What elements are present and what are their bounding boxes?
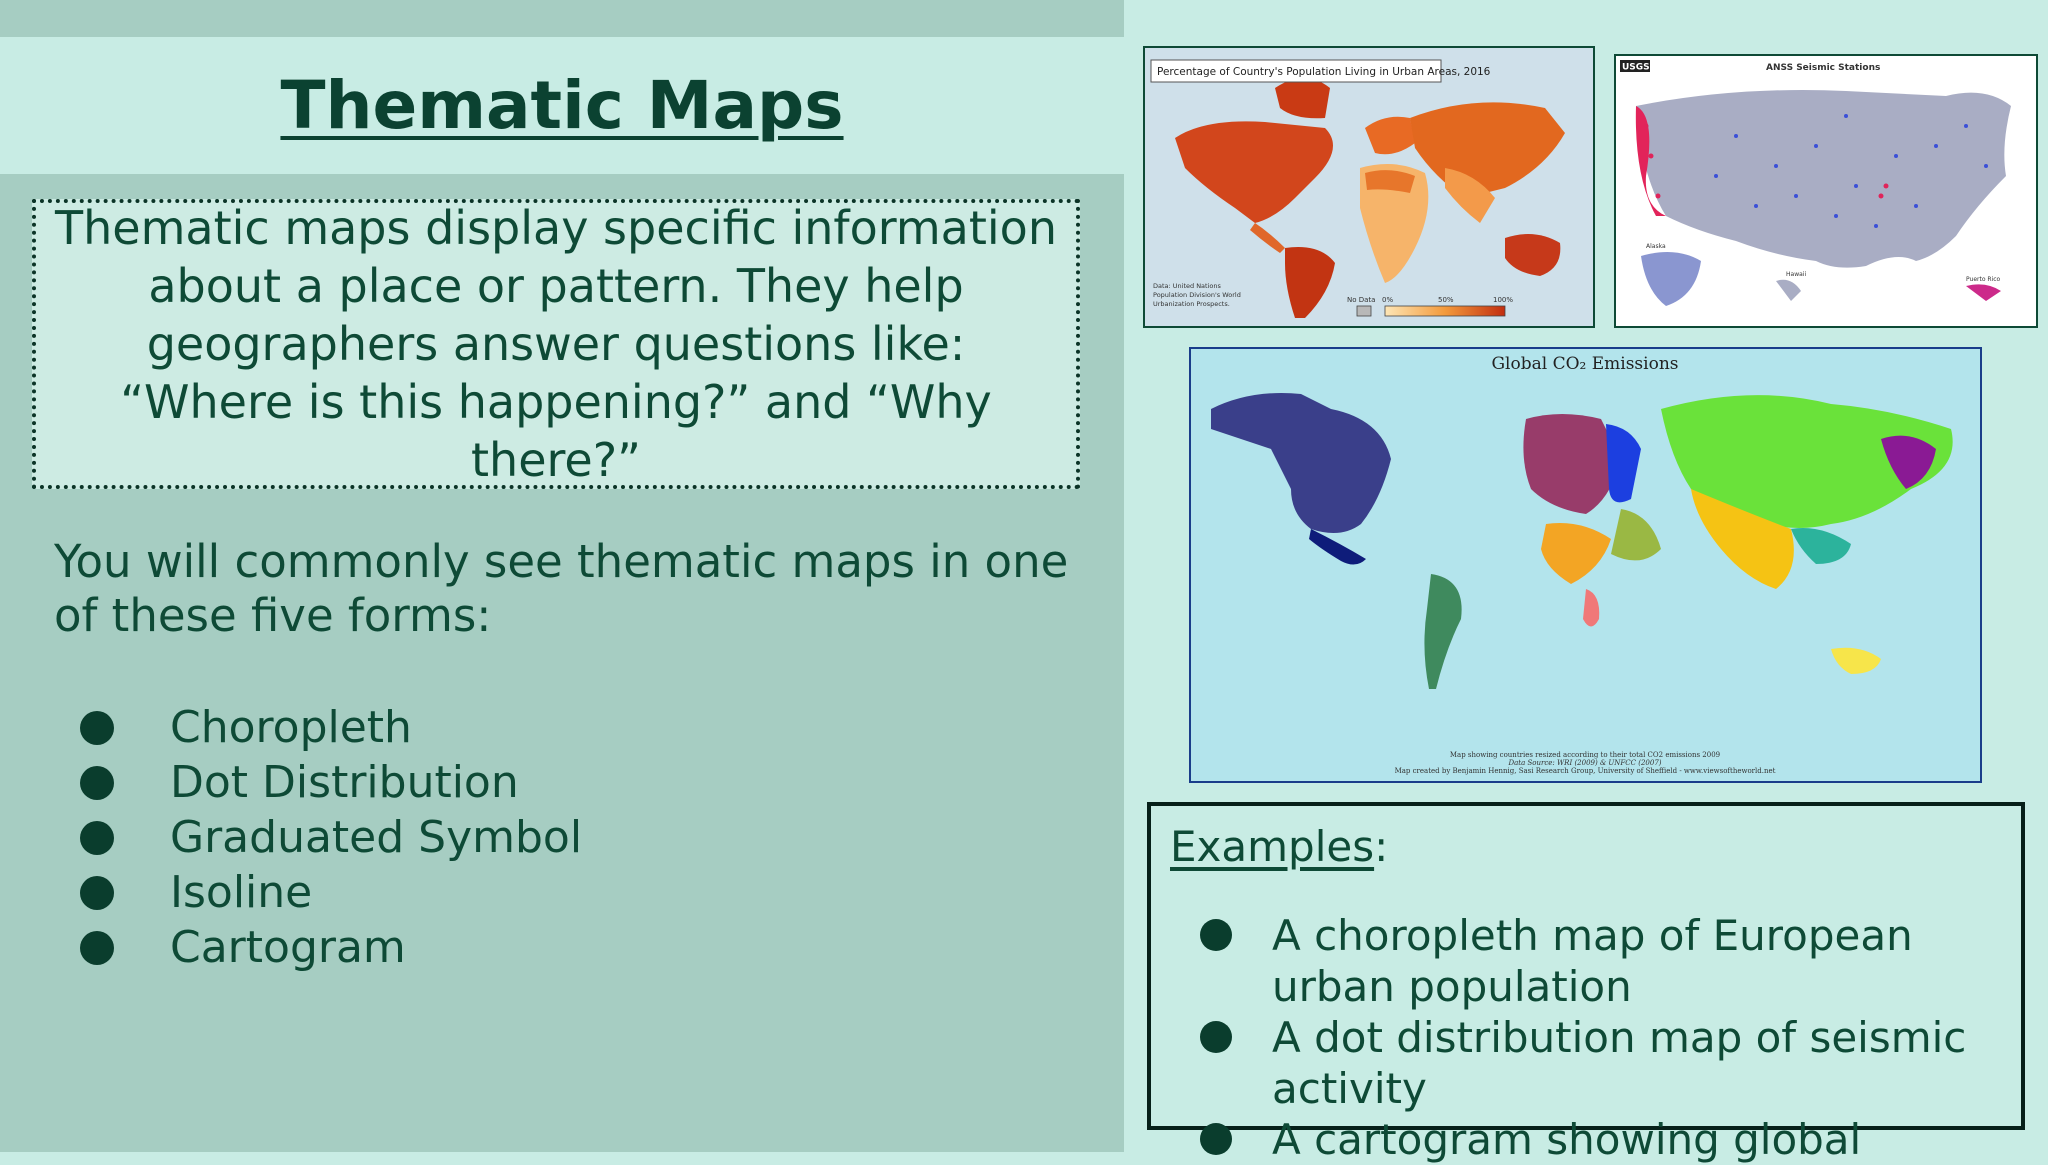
bullet-icon bbox=[80, 930, 114, 965]
legend-no-data-swatch bbox=[1356, 305, 1372, 317]
bullet-icon bbox=[1200, 919, 1232, 951]
seismic-map-graphic: USGS ANSS Seismic Stations Alaska Hawaii… bbox=[1616, 56, 2036, 326]
list-item: A dot distribution map of seismic activi… bbox=[1200, 1012, 1972, 1114]
example-text: A dot distribution map of seismic activi… bbox=[1272, 1013, 1967, 1113]
form-label: Choropleth bbox=[170, 702, 412, 753]
list-item: Cartogram bbox=[80, 920, 582, 975]
examples-heading-label: Examples bbox=[1170, 822, 1375, 871]
example-text: A choropleth map of European urban popul… bbox=[1272, 911, 1913, 1011]
examples-list: A choropleth map of European urban popul… bbox=[1200, 910, 1972, 1165]
co2-cartogram: Global CO₂ Emissions Map showing countri… bbox=[1189, 347, 1982, 783]
seismic-label-puerto-rico: Puerto Rico bbox=[1966, 276, 2001, 283]
co2-map-title: Global CO₂ Emissions bbox=[1491, 354, 1678, 374]
seismic-label-alaska: Alaska bbox=[1646, 243, 1666, 250]
urban-map-source-2: Population Division's World bbox=[1153, 291, 1241, 299]
urban-map-source-1: Data: United Nations bbox=[1153, 282, 1221, 290]
co2-map-graphic: Global CO₂ Emissions Map showing countri… bbox=[1191, 349, 1980, 781]
usgs-logo-text: USGS bbox=[1622, 63, 1650, 73]
top-band bbox=[0, 0, 1124, 37]
co2-credit-1: Map showing countries resized according … bbox=[1450, 751, 1720, 759]
form-label: Graduated Symbol bbox=[170, 812, 583, 863]
seismic-map-title: ANSS Seismic Stations bbox=[1766, 63, 1880, 73]
list-item: A choropleth map of European urban popul… bbox=[1200, 910, 1972, 1012]
bullet-icon bbox=[1200, 1123, 1232, 1155]
list-item: Isoline bbox=[80, 865, 582, 920]
co2-credit-2: Data Source: WRI (2009) & UNFCC (2007) bbox=[1507, 759, 1661, 767]
seismic-label-hawaii: Hawaii bbox=[1786, 271, 1806, 278]
list-item: Dot Distribution bbox=[80, 755, 582, 810]
bullet-icon bbox=[80, 710, 114, 745]
urban-map-title: Percentage of Country's Population Livin… bbox=[1157, 66, 1491, 78]
urban-legend-tick-50: 50% bbox=[1438, 296, 1454, 304]
definition-text: Thematic maps display specific informati… bbox=[55, 201, 1057, 487]
forms-list: Choropleth Dot Distribution Graduated Sy… bbox=[80, 700, 582, 975]
urban-map-graphic: Percentage of Country's Population Livin… bbox=[1145, 48, 1593, 326]
intro-text: You will commonly see thematic maps in o… bbox=[54, 535, 1069, 642]
form-label: Dot Distribution bbox=[170, 757, 519, 808]
urban-legend-no-data: No Data bbox=[1347, 296, 1375, 304]
urban-legend-tick-0: 0% bbox=[1382, 296, 1393, 304]
form-label: Cartogram bbox=[170, 922, 406, 973]
list-item: Choropleth bbox=[80, 700, 582, 755]
urban-map-source-3: Urbanization Prospects. bbox=[1153, 300, 1230, 308]
definition-box: Thematic maps display specific informati… bbox=[32, 199, 1080, 489]
title-band: Thematic Maps bbox=[0, 37, 1124, 174]
list-item: A cartogram showing global bbox=[1200, 1114, 1972, 1165]
legend-gradient bbox=[1384, 305, 1506, 317]
urban-choropleth-map: Percentage of Country's Population Livin… bbox=[1143, 46, 1595, 328]
co2-credit-3: Map created by Benjamin Hennig, Sasi Res… bbox=[1395, 767, 1776, 775]
bullet-icon bbox=[1200, 1021, 1232, 1053]
bullet-icon bbox=[80, 820, 114, 855]
examples-heading: Examples: bbox=[1170, 822, 1389, 871]
example-text: A cartogram showing global bbox=[1272, 1115, 1862, 1164]
form-label: Isoline bbox=[170, 867, 313, 918]
list-item: Graduated Symbol bbox=[80, 810, 582, 865]
urban-legend-tick-100: 100% bbox=[1493, 296, 1513, 304]
page-title: Thematic Maps bbox=[280, 67, 844, 144]
seismic-dot-map: USGS ANSS Seismic Stations Alaska Hawaii… bbox=[1614, 54, 2038, 328]
bullet-icon bbox=[80, 765, 114, 800]
bullet-icon bbox=[80, 875, 114, 910]
